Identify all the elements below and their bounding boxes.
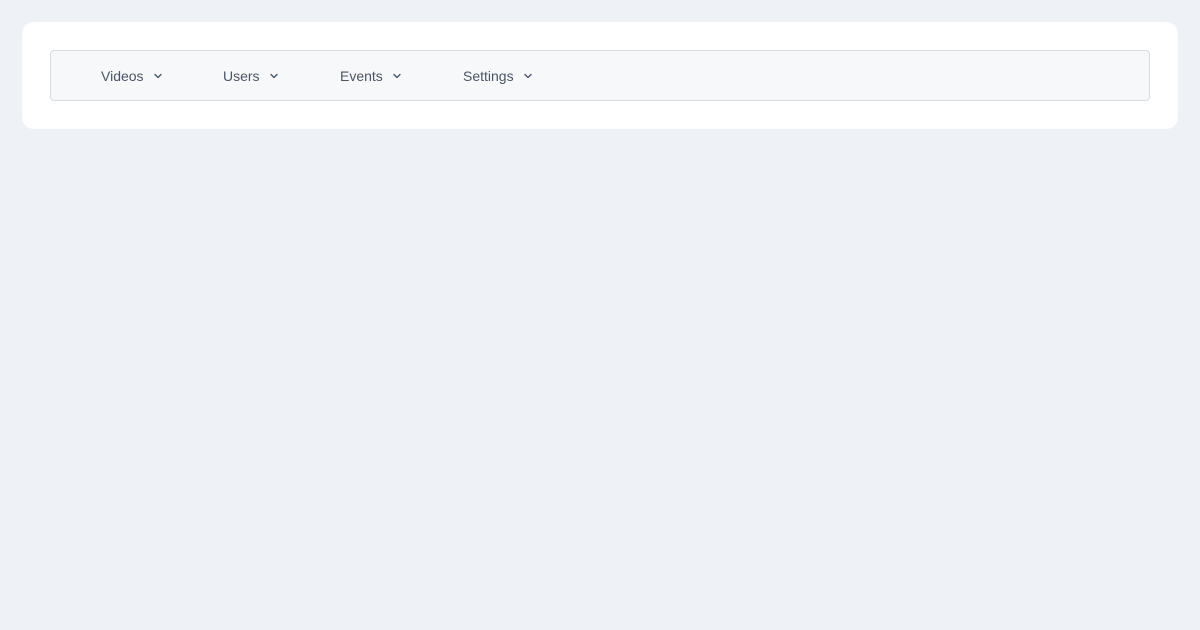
chevron-down-icon — [523, 71, 533, 81]
menu-item-label: Videos — [101, 67, 144, 84]
menu-item-users[interactable]: Users — [223, 51, 340, 100]
menubar: Videos Users Events Settings — [50, 50, 1150, 101]
menu-card: Videos Users Events Settings — [22, 22, 1178, 129]
menu-item-videos[interactable]: Videos — [101, 51, 223, 100]
chevron-down-icon — [269, 71, 279, 81]
chevron-down-icon — [392, 71, 402, 81]
menu-item-events[interactable]: Events — [340, 51, 463, 100]
menu-item-label: Events — [340, 67, 383, 84]
menu-item-label: Settings — [463, 67, 514, 84]
menu-item-label: Users — [223, 67, 260, 84]
menu-item-settings[interactable]: Settings — [463, 51, 563, 100]
chevron-down-icon — [153, 71, 163, 81]
